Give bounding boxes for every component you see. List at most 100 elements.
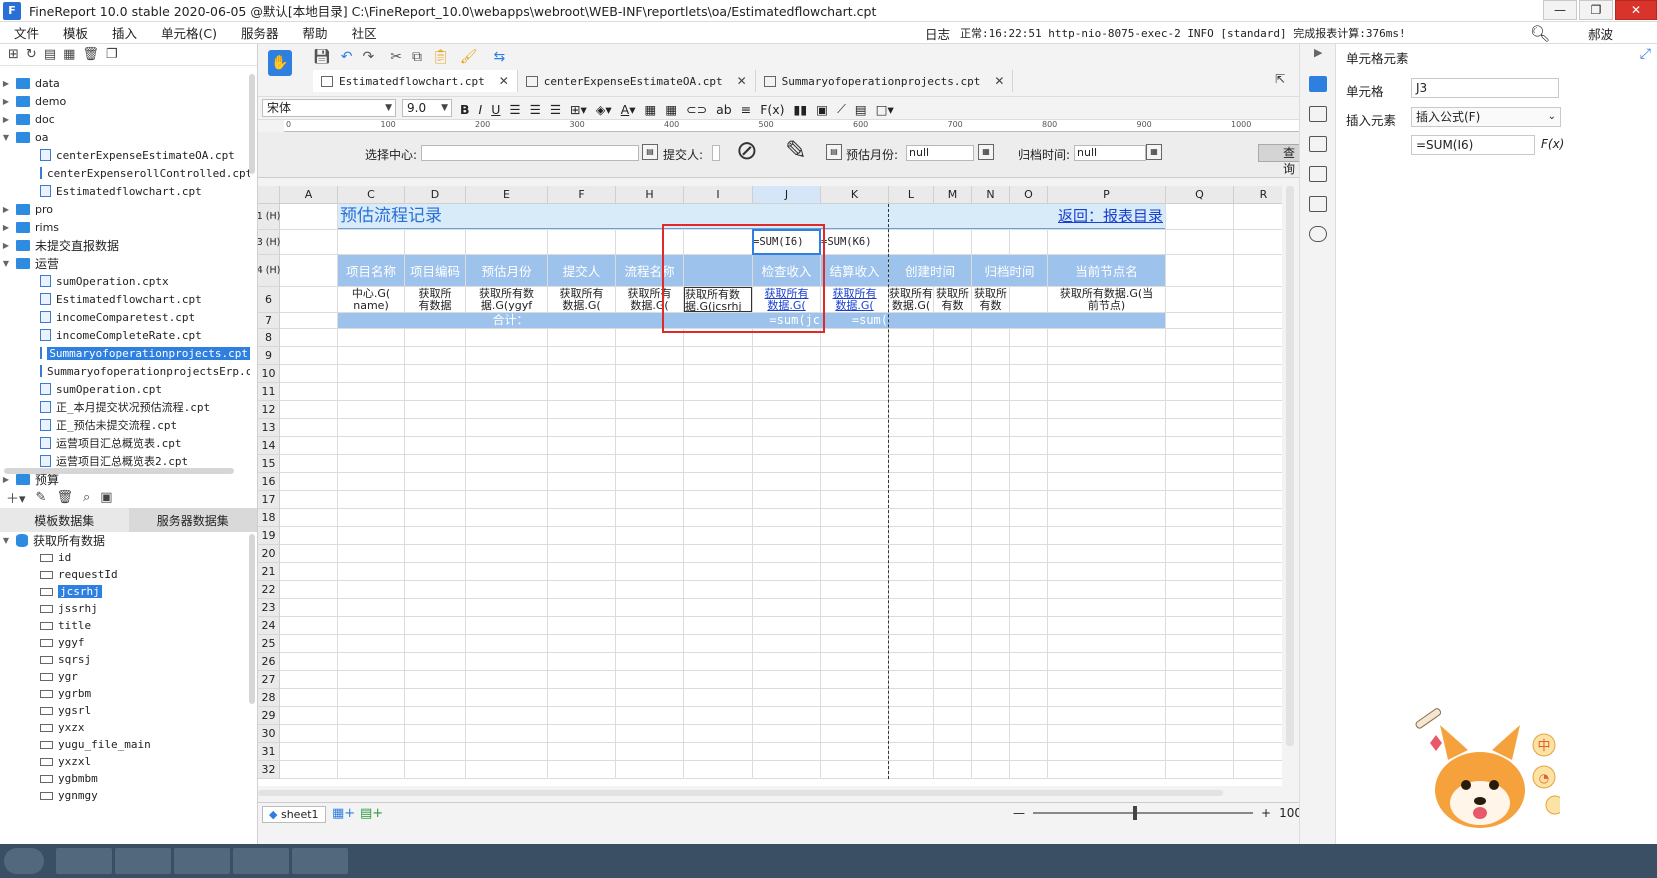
bold-button[interactable]: B: [460, 102, 470, 117]
template-tab[interactable]: Estimatedflowchart.cpt ✕: [313, 70, 518, 92]
edit-dataset-icon[interactable]: ✎: [36, 490, 47, 505]
dataset-field[interactable]: requestId: [0, 566, 250, 583]
taskbar-app-4[interactable]: [233, 848, 289, 874]
row-header[interactable]: 32: [258, 761, 280, 779]
folder-node[interactable]: ▶ doc: [0, 110, 250, 128]
slash-icon[interactable]: ⟋: [837, 101, 846, 117]
add-dataset-icon[interactable]: ＋▾: [6, 488, 26, 507]
row-header[interactable]: 10: [258, 365, 280, 383]
table-header-cell[interactable]: 结算收入: [821, 255, 888, 286]
file-node[interactable]: Summaryofoperationprojects.cpt: [0, 344, 250, 362]
dataset-field[interactable]: ygsrl: [0, 702, 250, 719]
file-node[interactable]: 正_本月提交状况预估流程.cpt: [0, 398, 250, 416]
row-header[interactable]: 22: [258, 581, 280, 599]
data-cell[interactable]: 获取所 有数: [934, 287, 971, 312]
dataset-field[interactable]: ygrbm: [0, 685, 250, 702]
delete-icon[interactable]: 🗑︎: [82, 47, 99, 62]
column-header-i[interactable]: I: [684, 186, 753, 204]
row-header[interactable]: 16: [258, 473, 280, 491]
table-header-cell[interactable]: 项目编码: [405, 255, 465, 286]
mascot-dog-image[interactable]: 中 ◔: [1410, 705, 1560, 830]
chevron-right-icon[interactable]: ▶: [0, 97, 12, 106]
insert-element-select[interactable]: 插入公式(F) ⌄: [1411, 107, 1561, 127]
folder-node[interactable]: ▶ pro: [0, 200, 250, 218]
menu-community[interactable]: 社区: [338, 23, 387, 42]
row-header[interactable]: 23: [258, 599, 280, 617]
dataset-field[interactable]: ygnmgy: [0, 787, 250, 804]
condition-attribute-icon[interactable]: [1309, 196, 1327, 212]
submitter-input[interactable]: [712, 145, 720, 161]
file-node[interactable]: incomeCompleteRate.cpt: [0, 326, 250, 344]
dataset-field[interactable]: yxzxl: [0, 753, 250, 770]
column-header-r[interactable]: R: [1234, 186, 1282, 204]
delete-dataset-icon[interactable]: 🗑︎: [56, 490, 73, 505]
fill-color-icon[interactable]: ◈▾: [596, 102, 612, 117]
grid-hscrollbar[interactable]: [258, 790, 1223, 796]
file-node[interactable]: 正_预估未提交流程.cpt: [0, 416, 250, 434]
merge-cells-icon[interactable]: ▦: [645, 102, 657, 117]
data-cell[interactable]: 中心.G( name): [338, 287, 404, 312]
cell-k7-formula[interactable]: =sum(: [821, 313, 888, 328]
template-tab[interactable]: Summaryofoperationprojects.cpt ✕: [755, 70, 1014, 92]
grid-corner[interactable]: [258, 186, 280, 204]
maximize-button[interactable]: ❐: [1579, 0, 1613, 20]
chevron-down-icon[interactable]: ▼: [0, 133, 12, 142]
folder-node[interactable]: ▶ data: [0, 74, 250, 92]
row-header[interactable]: 28: [258, 689, 280, 707]
row-header[interactable]: 29: [258, 707, 280, 725]
user-name[interactable]: 郝波: [1588, 22, 1613, 44]
column-header-a[interactable]: A: [280, 186, 338, 204]
column-header-k[interactable]: K: [821, 186, 889, 204]
chevron-right-icon[interactable]: ▶: [0, 115, 12, 124]
column-header-q[interactable]: Q: [1166, 186, 1234, 204]
close-button[interactable]: ✕: [1615, 0, 1657, 20]
row-header[interactable]: 18: [258, 509, 280, 527]
row-header[interactable]: 26: [258, 653, 280, 671]
row-header[interactable]: 25: [258, 635, 280, 653]
close-tab-icon[interactable]: ✕: [737, 74, 747, 88]
frame-icon[interactable]: □▾: [876, 102, 894, 117]
column-header-p[interactable]: P: [1048, 186, 1166, 204]
emoji-badge[interactable]: ◔: [1539, 771, 1549, 785]
calendar-icon[interactable]: ▦: [978, 144, 994, 160]
dataset-node[interactable]: ▼ 获取所有数据: [0, 532, 250, 549]
calendar-icon[interactable]: ▦: [1146, 144, 1162, 160]
month-input[interactable]: null: [906, 145, 974, 161]
zoom-slider[interactable]: [1033, 806, 1253, 820]
column-header-e[interactable]: E: [466, 186, 548, 204]
zoom-slider-knob[interactable]: [1133, 806, 1137, 820]
taskbar-app-3[interactable]: [174, 848, 230, 874]
underline-button[interactable]: U: [491, 102, 500, 117]
paragraph-icon[interactable]: ≡: [741, 102, 751, 117]
hyperlink-icon[interactable]: [1309, 226, 1327, 242]
dataset-field[interactable]: jcsrhj: [0, 583, 250, 600]
row-header[interactable]: 14: [258, 437, 280, 455]
data-cell[interactable]: 获取所有数 据.G(ygyf: [466, 287, 547, 312]
spreadsheet-grid[interactable]: ACDEFHIJKLMNOPQR1 (H) 3 (H) 4 (H) 6 7 8 9 10 11 1…: [258, 186, 1282, 786]
float-element-icon[interactable]: [1309, 136, 1327, 152]
menu-insert[interactable]: 插入: [98, 23, 147, 42]
cut-icon[interactable]: ✂: [390, 49, 402, 65]
paste-icon[interactable]: 📋︎: [432, 49, 450, 65]
italic-button[interactable]: I: [479, 102, 483, 117]
row-header[interactable]: 8: [258, 329, 280, 347]
file-node[interactable]: 运营项目汇总概览表.cpt: [0, 434, 250, 452]
dataset-field[interactable]: yugu_file_main: [0, 736, 250, 753]
grid-vscrollbar[interactable]: [1286, 186, 1294, 746]
copy-icon[interactable]: ▦: [63, 47, 75, 62]
data-cell[interactable]: 获取所 有数: [972, 287, 1009, 312]
column-header-c[interactable]: C: [338, 186, 405, 204]
row-header[interactable]: 27: [258, 671, 280, 689]
tab-server-datasets[interactable]: 服务器数据集: [128, 508, 257, 532]
folder-node[interactable]: ▶ demo: [0, 92, 250, 110]
column-header-f[interactable]: F: [548, 186, 616, 204]
refresh-icon[interactable]: ↻: [26, 47, 37, 62]
data-cell[interactable]: 获取所有 数据.G(: [821, 287, 888, 312]
chevron-down-icon[interactable]: ▼: [0, 259, 12, 268]
table-header-cell[interactable]: 项目名称: [338, 255, 404, 286]
table-header-cell[interactable]: 预估月份: [466, 255, 547, 286]
formula-icon[interactable]: F(x): [760, 102, 784, 117]
collapse-icon[interactable]: ❐: [106, 47, 118, 62]
cell-attribute-icon[interactable]: [1309, 106, 1327, 122]
return-link[interactable]: 返回：报表目录: [1048, 204, 1165, 229]
